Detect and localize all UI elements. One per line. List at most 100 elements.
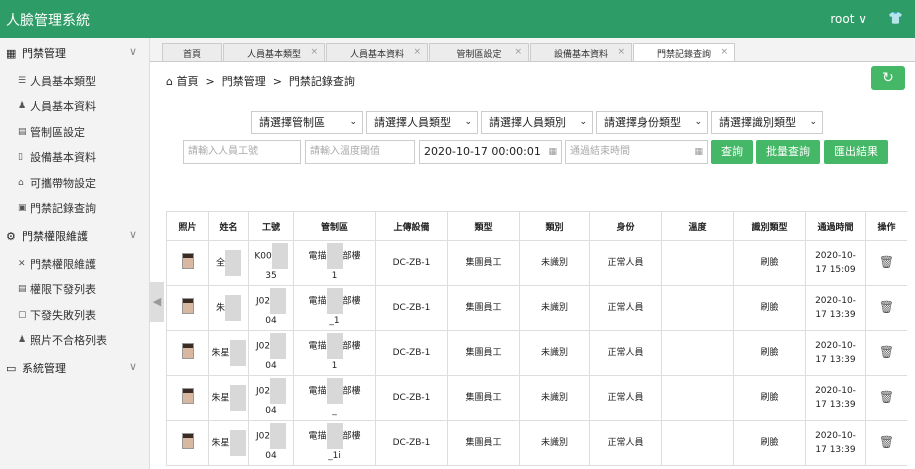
- zone-select[interactable]: 請選擇管制區 ⌄: [251, 111, 363, 134]
- recognition-type-cell: 刷臉: [733, 285, 806, 331]
- close-icon[interactable]: ×: [310, 47, 318, 57]
- chevron-down-icon: ⌄: [579, 117, 587, 127]
- tab-label: 門禁記錄查詢: [656, 50, 711, 60]
- sidebar-item-person-type[interactable]: ☰ 人員基本類型: [0, 68, 149, 94]
- start-time-input[interactable]: 2020-10-17 00:00:01 ▦: [419, 140, 562, 164]
- device-icon: ▯: [18, 152, 23, 163]
- tab-home[interactable]: 首頁: [162, 43, 222, 61]
- sidebar-group-system[interactable]: ▭ 系統管理 ∨: [0, 353, 149, 383]
- shirt-icon[interactable]: 👕: [888, 11, 903, 25]
- close-icon[interactable]: ×: [720, 47, 728, 57]
- table-row[interactable]: 朱星 J02 04 電描 部樓 _ DC-ZB-1 集團員工 未識別 正常人員 刷臉 …: [166, 375, 907, 421]
- zone-part: 1: [331, 361, 338, 371]
- trash-icon[interactable]: 🗑: [879, 345, 894, 359]
- tab-label: 首頁: [182, 49, 201, 60]
- person-photo[interactable]: [181, 387, 194, 404]
- sidebar-item-person-data[interactable]: ♟ 人員基本資料: [0, 94, 149, 120]
- recognition-type-cell: 刷臉: [733, 420, 806, 466]
- pass-time: 17 15:09: [815, 265, 856, 275]
- end-time-input[interactable]: 通過結束時間 ▦: [565, 140, 708, 164]
- recognition-type-cell: 刷臉: [733, 330, 806, 376]
- zone-part: 部樓: [342, 296, 361, 307]
- close-icon[interactable]: ×: [514, 47, 522, 57]
- sidebar-item-photo-fail-list[interactable]: ♟ 照片不合格列表: [0, 328, 149, 354]
- type-cell: 集團員工: [447, 420, 520, 466]
- query-button[interactable]: 查詢: [711, 140, 753, 164]
- sidebar-item-failed-list[interactable]: ▢ 下發失敗列表: [0, 302, 149, 328]
- table-header-row: 照片 姓名 工號 管制區 上傳設備 類型 類別 身份 溫度 識別類型 通過時間 …: [166, 211, 907, 241]
- table-row[interactable]: 朱星 J02 04 電描 部樓 1 DC-ZB-1 集團員工 未識別 正常人員 刷臉 …: [166, 330, 907, 376]
- calendar-icon[interactable]: ▦: [694, 141, 703, 163]
- column-header: 身份: [589, 211, 662, 241]
- close-icon[interactable]: ×: [617, 47, 625, 57]
- column-header: 類型: [447, 211, 520, 241]
- pass-date: 2020-10-: [815, 431, 856, 441]
- trash-icon[interactable]: 🗑: [879, 435, 894, 449]
- photo-cell: [166, 330, 209, 376]
- zone-cell: 電描 部樓 _1: [293, 285, 376, 331]
- redaction-mask: [225, 295, 241, 321]
- type-cell: 集團員工: [447, 240, 520, 286]
- pass-time: 17 13:39: [815, 355, 856, 365]
- export-results-button[interactable]: 匯出結果: [824, 140, 888, 164]
- photo-cell: [166, 420, 209, 466]
- sidebar-item-carry-items[interactable]: ⌂ 可攜帶物設定: [0, 170, 149, 196]
- tab-device-data[interactable]: 設備基本資料 ×: [530, 43, 632, 61]
- tab-zone-settings[interactable]: 管制區設定 ×: [429, 43, 529, 61]
- employee-number-part: 04: [265, 406, 277, 416]
- sidebar-item-label: 人員基本資料: [30, 100, 96, 114]
- tab-person-type[interactable]: 人員基本類型 ×: [223, 43, 325, 61]
- trash-icon[interactable]: 🗑: [879, 390, 894, 404]
- redaction-mask: [270, 288, 287, 314]
- employee-number-input[interactable]: 請輸入人員工號: [183, 140, 301, 164]
- calendar-icon[interactable]: ▦: [548, 141, 557, 163]
- photo-cell: [166, 240, 209, 286]
- table-row[interactable]: 全 K00 35 電描 部樓 1 DC-ZB-1 集團員工 未識別 正常人員 刷臉 2…: [166, 240, 907, 286]
- tab-person-data[interactable]: 人員基本資料 ×: [326, 43, 428, 61]
- employee-number-cell: J02 04: [248, 375, 294, 421]
- trash-icon[interactable]: 🗑: [879, 255, 894, 269]
- user-menu[interactable]: root ∨: [830, 12, 867, 26]
- sidebar-group-permissions[interactable]: ⚙ 門禁權限維護 ∨: [0, 221, 149, 251]
- zone-part: 電描: [308, 251, 327, 262]
- sidebar-item-zone-settings[interactable]: ▤ 管制區設定: [0, 119, 149, 145]
- trash-icon[interactable]: 🗑: [879, 300, 894, 314]
- sidebar-item-permission-maint[interactable]: ✕ 門禁權限維護: [0, 251, 149, 277]
- select-value: 請選擇識別類型: [719, 116, 796, 129]
- sidebar-item-permission-list[interactable]: ▤ 權限下發列表: [0, 277, 149, 303]
- gear-icon: ⚙: [6, 229, 16, 243]
- person-photo[interactable]: [181, 252, 194, 269]
- person-photo[interactable]: [181, 297, 194, 314]
- sidebar-item-label: 權限下發列表: [30, 283, 96, 297]
- tab-access-records[interactable]: 門禁記錄查詢 ×: [633, 43, 735, 61]
- temperature-threshold-input[interactable]: 請輸入溫度閾值: [305, 140, 415, 164]
- wrench-icon: ✕: [18, 258, 26, 269]
- sidebar-item-device-data[interactable]: ▯ 設備基本資料: [0, 145, 149, 171]
- pass-time-cell: 2020-10- 17 13:39: [805, 420, 866, 466]
- person-photo[interactable]: [181, 432, 194, 449]
- close-icon[interactable]: ×: [413, 47, 421, 57]
- identity-cell: 正常人員: [589, 420, 662, 466]
- sidebar-item-access-records[interactable]: ▣ 門禁記錄查詢: [0, 196, 149, 222]
- batch-query-button[interactable]: 批量查詢: [756, 140, 820, 164]
- sidebar-group-access-control[interactable]: ▦ 門禁管理 ∨: [0, 38, 149, 68]
- sidebar-group-label: 門禁管理: [22, 47, 66, 60]
- table-row[interactable]: 朱星 J02 04 電描 部樓 _1i DC-ZB-1 集團員工 未識別 正常人員 刷…: [166, 420, 907, 466]
- person-type-select[interactable]: 請選擇人員類型 ⌄: [366, 111, 478, 134]
- person-photo[interactable]: [181, 342, 194, 359]
- select-value: 請選擇管制區: [259, 116, 325, 129]
- zone-part: 部樓: [342, 386, 361, 397]
- top-bar: 人臉管理系統 root ∨ 👕: [0, 0, 915, 38]
- refresh-button[interactable]: ↻: [871, 66, 905, 90]
- table-row[interactable]: 朱 J02 04 電描 部樓 _1 DC-ZB-1 集團員工 未識別 正常人員 刷臉 …: [166, 285, 907, 331]
- users-icon: ♟: [18, 101, 27, 112]
- sidebar-collapse-handle[interactable]: ◀: [150, 282, 164, 322]
- breadcrumb-home[interactable]: 首頁: [176, 75, 198, 88]
- identity-type-select[interactable]: 請選擇身份類型 ⌄: [596, 111, 708, 134]
- redaction-mask: [326, 378, 343, 404]
- person-category-select[interactable]: 請選擇人員類別 ⌄: [481, 111, 593, 134]
- recognition-type-select[interactable]: 請選擇識別類型 ⌄: [711, 111, 823, 134]
- sidebar-group-label: 門禁權限維護: [22, 230, 88, 243]
- breadcrumb-level1[interactable]: 門禁管理: [222, 75, 266, 88]
- breadcrumb-separator: >: [272, 75, 282, 88]
